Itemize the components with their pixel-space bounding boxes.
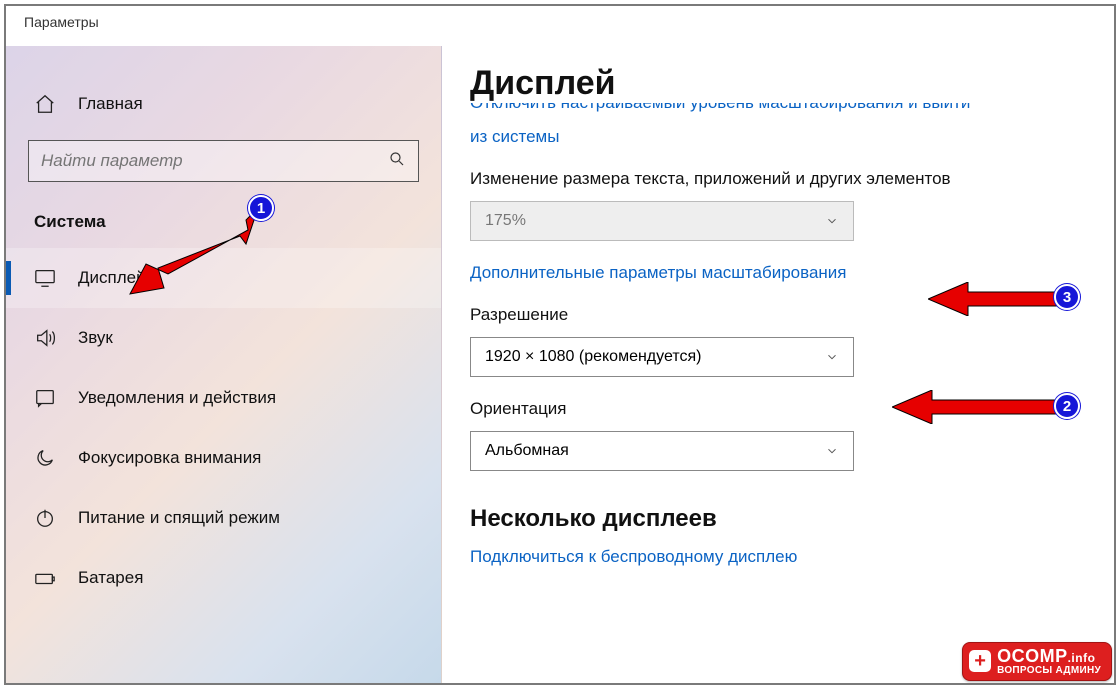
orientation-label: Ориентация — [470, 399, 1086, 419]
scale-label: Изменение размера текста, приложений и д… — [470, 169, 1086, 189]
sidebar-section-title: Система — [6, 202, 441, 248]
home-icon — [34, 93, 56, 115]
plus-icon: + — [969, 650, 991, 672]
sidebar-item-label: Дисплей — [78, 268, 146, 288]
watermark-main: OCOMP — [997, 646, 1068, 666]
watermark-suffix: .info — [1068, 651, 1096, 665]
nav-home[interactable]: Главная — [6, 74, 441, 134]
sidebar-item-sound[interactable]: Звук — [6, 308, 441, 368]
advanced-scaling-link[interactable]: Дополнительные параметры масштабирования — [470, 263, 846, 283]
wireless-display-link[interactable]: Подключиться к беспроводному дисплею — [470, 547, 797, 567]
notifications-icon — [34, 387, 56, 409]
resolution-dropdown[interactable]: 1920 × 1080 (рекомендуется) — [470, 337, 854, 377]
scale-dropdown: 175% — [470, 201, 854, 241]
chevron-down-icon — [825, 350, 839, 364]
power-icon — [34, 507, 56, 529]
orientation-dropdown[interactable]: Альбомная — [470, 431, 854, 471]
annotation-badge-2: 2 — [1054, 393, 1080, 419]
window-title: Параметры — [6, 6, 1114, 46]
battery-icon — [34, 567, 56, 589]
scale-value: 175% — [485, 212, 526, 230]
sidebar-item-label: Уведомления и действия — [78, 388, 276, 408]
signout-link-line2[interactable]: из системы — [470, 127, 559, 147]
search-wrap — [28, 140, 419, 182]
monitor-icon — [34, 267, 56, 289]
annotation-badge-1: 1 — [248, 195, 274, 221]
sidebar-item-label: Звук — [78, 328, 113, 348]
signout-link-line1[interactable]: Отключить настраиваемый уровень масштаби… — [470, 103, 970, 113]
chevron-down-icon — [825, 444, 839, 458]
watermark: + OCOMP.info ВОПРОСЫ АДМИНУ — [962, 642, 1112, 681]
orientation-value: Альбомная — [485, 442, 569, 460]
sidebar-item-label: Фокусировка внимания — [78, 448, 261, 468]
sidebar: Главная Система Дисплей — [6, 46, 442, 683]
search-box[interactable] — [28, 140, 419, 182]
watermark-subtitle: ВОПРОСЫ АДМИНУ — [997, 666, 1101, 677]
sidebar-item-power[interactable]: Питание и спящий режим — [6, 488, 441, 548]
moon-icon — [34, 447, 56, 469]
resolution-value: 1920 × 1080 (рекомендуется) — [485, 348, 701, 366]
sidebar-item-display[interactable]: Дисплей — [6, 248, 441, 308]
search-input[interactable] — [41, 151, 388, 171]
search-icon — [388, 150, 406, 172]
sound-icon — [34, 327, 56, 349]
sidebar-item-label: Питание и спящий режим — [78, 508, 280, 528]
sidebar-item-notifications[interactable]: Уведомления и действия — [6, 368, 441, 428]
chevron-down-icon — [825, 214, 839, 228]
window-body: Главная Система Дисплей — [6, 46, 1114, 683]
nav-home-label: Главная — [78, 94, 143, 114]
resolution-label: Разрешение — [470, 305, 1086, 325]
annotation-badge-3: 3 — [1054, 284, 1080, 310]
sidebar-item-battery[interactable]: Батарея — [6, 548, 441, 608]
content-pane: Дисплей Отключить настраиваемый уровень … — [442, 46, 1114, 683]
page-title: Дисплей — [470, 64, 1086, 103]
sidebar-item-focus[interactable]: Фокусировка внимания — [6, 428, 441, 488]
settings-window: Параметры Главная Система — [4, 4, 1116, 685]
sidebar-item-label: Батарея — [78, 568, 143, 588]
multi-display-header: Несколько дисплеев — [470, 505, 1086, 533]
